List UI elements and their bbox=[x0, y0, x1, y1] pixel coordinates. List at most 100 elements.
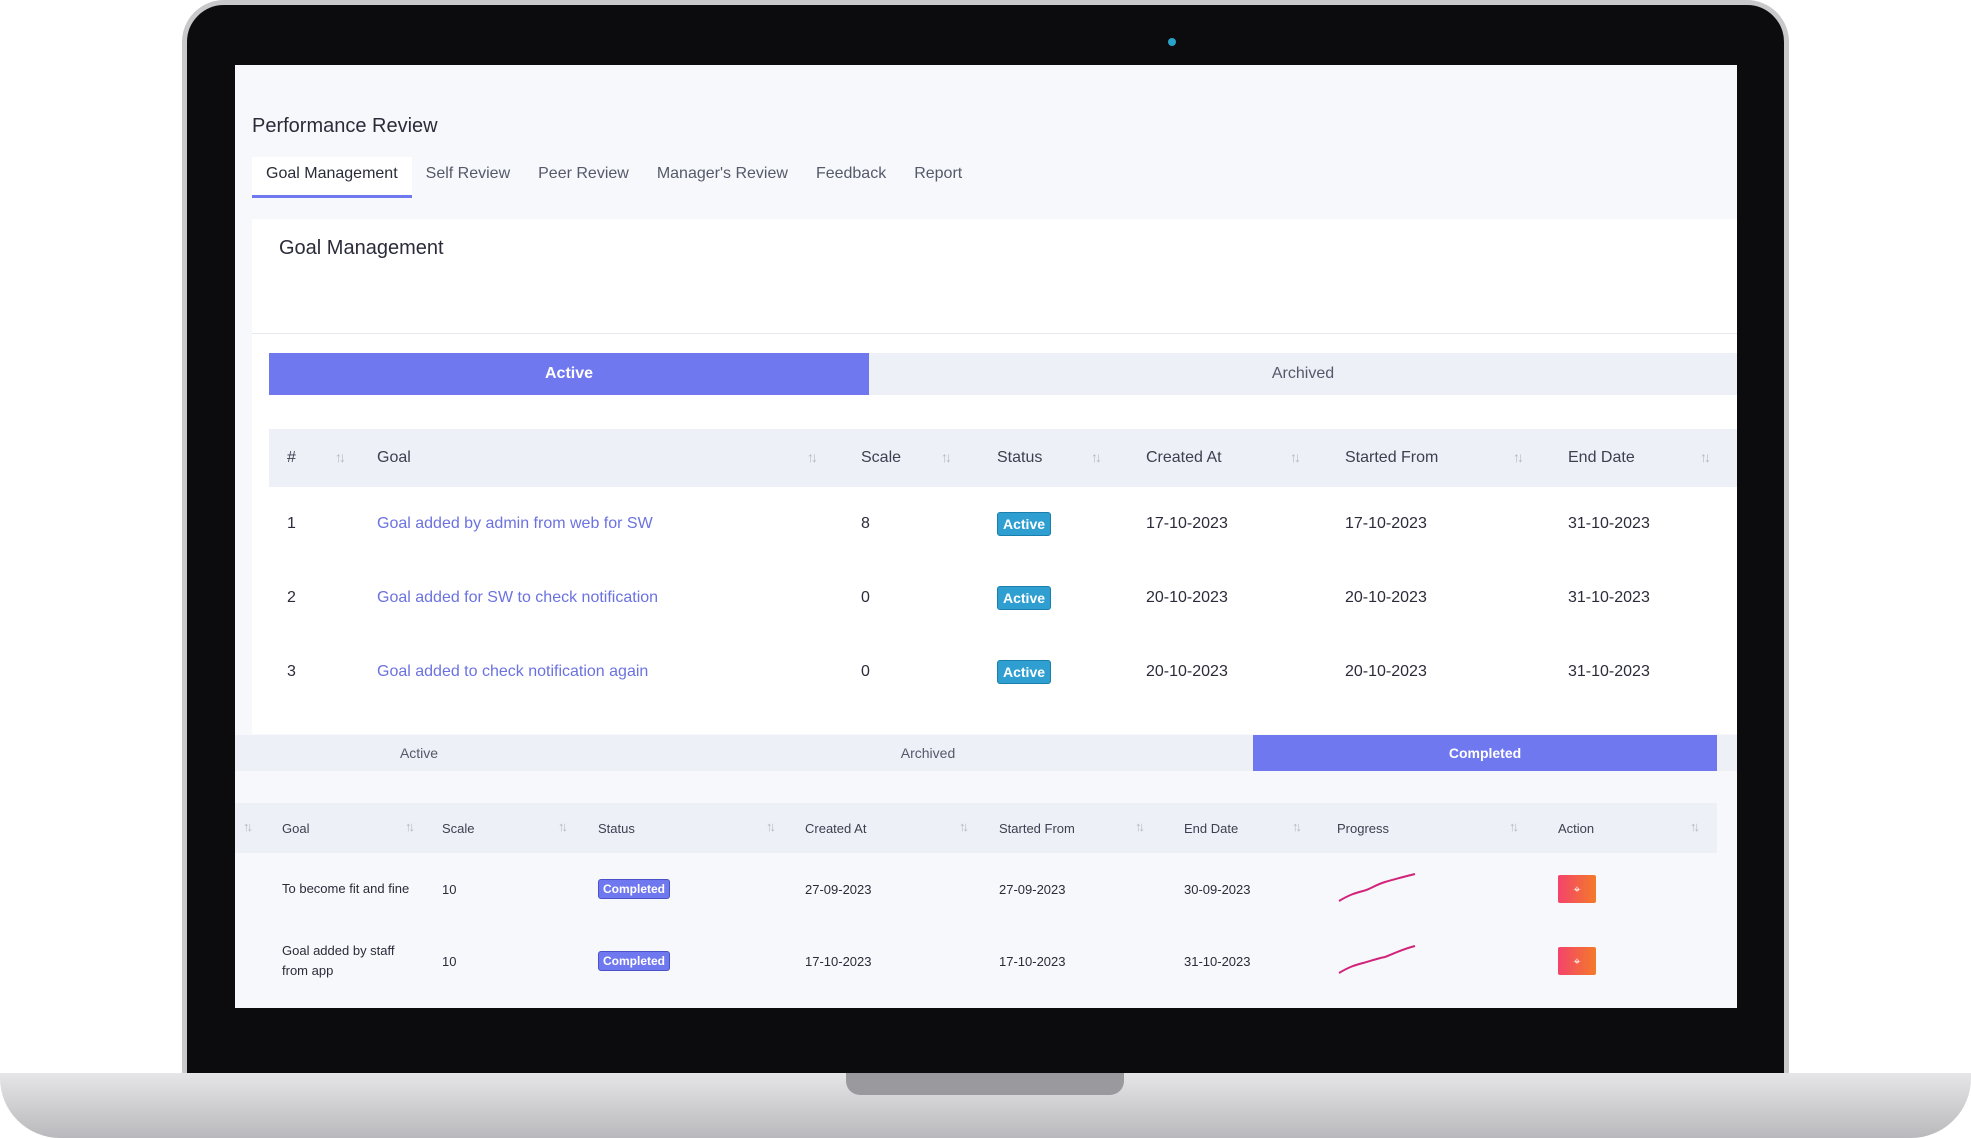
column-status[interactable]: Status ↑↓ bbox=[586, 803, 793, 853]
column-created-at[interactable]: Created At ↑↓ bbox=[793, 803, 987, 853]
row-number: 2 bbox=[287, 589, 296, 606]
column-number[interactable]: # ↑↓ bbox=[269, 429, 359, 487]
sort-arrows-icon[interactable]: ↑↓ bbox=[1690, 819, 1700, 834]
tab-self-review[interactable]: Self Review bbox=[412, 157, 524, 198]
row-end-date: 31-10-2023 bbox=[1184, 953, 1251, 969]
sort-arrows-icon[interactable]: ↑↓ bbox=[1135, 819, 1145, 834]
column-started-from[interactable]: Started From ↑↓ bbox=[1327, 429, 1550, 487]
column-action[interactable]: Action ↑↓ bbox=[1546, 803, 1717, 853]
row-scale: 0 bbox=[861, 663, 870, 680]
row-number: 3 bbox=[287, 663, 296, 680]
goal-link[interactable]: Goal added for SW to check notification bbox=[377, 589, 658, 606]
goal-link[interactable]: Goal added by admin from web for SW bbox=[377, 515, 653, 532]
sort-arrows-icon[interactable]: ↑↓ bbox=[941, 449, 952, 465]
column-created-at[interactable]: Created At ↑↓ bbox=[1128, 429, 1327, 487]
sort-arrows-icon[interactable]: ↑↓ bbox=[766, 819, 776, 834]
sort-arrows-icon[interactable]: ↑↓ bbox=[243, 819, 253, 834]
row-goal: Goal added by staff from app bbox=[282, 943, 395, 978]
tab-peer-review[interactable]: Peer Review bbox=[524, 157, 643, 198]
column-scale[interactable]: Scale ↑↓ bbox=[843, 429, 979, 487]
trend-line-icon bbox=[1338, 872, 1416, 902]
goal-link[interactable]: Goal added to check notification again bbox=[377, 663, 648, 680]
status-badge: Completed bbox=[598, 951, 671, 971]
sort-arrows-icon[interactable]: ↑↓ bbox=[558, 819, 568, 834]
column-end-date[interactable]: End Date ↑↓ bbox=[1550, 429, 1737, 487]
sort-arrows-icon[interactable]: ↑↓ bbox=[1513, 449, 1524, 465]
app-status-segment: Active Archived Completed bbox=[235, 735, 1737, 771]
status-badge: Completed bbox=[598, 879, 671, 899]
tab-goal-management[interactable]: Goal Management bbox=[252, 157, 412, 198]
table-row: 1 Goal added by admin from web for SW 8 … bbox=[269, 487, 1737, 561]
trend-line-icon bbox=[1338, 944, 1416, 974]
sort-arrows-icon[interactable]: ↑↓ bbox=[1509, 819, 1519, 834]
progress-sparkline bbox=[1325, 853, 1546, 925]
sort-arrows-icon[interactable]: ↑↓ bbox=[1091, 449, 1102, 465]
table-row: Goal added by staff from app 10 Complete… bbox=[235, 925, 1717, 997]
row-scale: 0 bbox=[861, 589, 870, 606]
target-icon: ⌖ bbox=[1573, 953, 1581, 968]
completed-goals-table: ↑↓ Goal ↑↓ Scale ↑↓ Status ↑↓ Created At ↑↓ … bbox=[235, 803, 1717, 997]
segment-completed[interactable]: Completed bbox=[1253, 735, 1717, 771]
table-row: 2 Goal added for SW to check notificatio… bbox=[269, 561, 1737, 635]
row-scale: 10 bbox=[442, 881, 457, 897]
column-end-date[interactable]: End Date ↑↓ bbox=[1172, 803, 1325, 853]
row-created-at: 17-10-2023 bbox=[1146, 515, 1228, 532]
tab-managers-review[interactable]: Manager's Review bbox=[643, 157, 802, 198]
table-row: To become fit and fine 10 Completed 27-0… bbox=[235, 853, 1717, 925]
column-progress[interactable]: Progress ↑↓ bbox=[1325, 803, 1546, 853]
row-end-date: 31-10-2023 bbox=[1568, 663, 1650, 680]
row-scale: 10 bbox=[442, 953, 457, 969]
status-badge: Active bbox=[997, 660, 1052, 684]
row-started-from: 20-10-2023 bbox=[1345, 663, 1427, 680]
goals-table: # ↑↓ Goal ↑↓ Scale ↑↓ Status ↑↓ Created At ↑↓… bbox=[269, 429, 1737, 709]
action-button[interactable]: ⌖ bbox=[1558, 947, 1596, 975]
sort-arrows-icon[interactable]: ↑↓ bbox=[1700, 449, 1711, 465]
column-scale[interactable]: Scale ↑↓ bbox=[430, 803, 586, 853]
row-end-date: 30-09-2023 bbox=[1184, 881, 1251, 897]
goal-management-card: Goal Management Active Archived # ↑↓ Goal… bbox=[252, 219, 1737, 734]
row-started-from: 17-10-2023 bbox=[1345, 515, 1427, 532]
action-button[interactable]: ⌖ bbox=[1558, 875, 1596, 903]
row-scale: 8 bbox=[861, 515, 870, 532]
sort-arrows-icon[interactable]: ↑↓ bbox=[405, 819, 415, 834]
column-goal[interactable]: Goal ↑↓ bbox=[270, 803, 430, 853]
row-end-date: 31-10-2023 bbox=[1568, 515, 1650, 532]
laptop-frame: Performance Review Goal Management Self … bbox=[0, 0, 1971, 1138]
tab-feedback[interactable]: Feedback bbox=[802, 157, 900, 198]
sort-arrows-icon[interactable]: ↑↓ bbox=[807, 449, 818, 465]
main-tabs: Goal Management Self Review Peer Review … bbox=[252, 157, 976, 198]
laptop-notch bbox=[846, 1073, 1124, 1095]
row-started-from: 27-09-2023 bbox=[999, 881, 1066, 897]
progress-sparkline bbox=[1325, 925, 1546, 997]
column-sort[interactable]: ↑↓ bbox=[235, 803, 270, 853]
tab-report[interactable]: Report bbox=[900, 157, 976, 198]
sort-arrows-icon[interactable]: ↑↓ bbox=[1290, 449, 1301, 465]
row-started-from: 17-10-2023 bbox=[999, 953, 1066, 969]
row-created-at: 20-10-2023 bbox=[1146, 589, 1228, 606]
segment-active[interactable]: Active bbox=[269, 353, 869, 395]
table-row: 3 Goal added to check notification again… bbox=[269, 635, 1737, 709]
target-icon: ⌖ bbox=[1573, 881, 1581, 896]
row-created-at: 20-10-2023 bbox=[1146, 663, 1228, 680]
segment-active[interactable]: Active bbox=[235, 735, 603, 771]
row-end-date: 31-10-2023 bbox=[1568, 589, 1650, 606]
status-badge: Active bbox=[997, 512, 1052, 536]
row-created-at: 17-10-2023 bbox=[805, 953, 872, 969]
segment-archived[interactable]: Archived bbox=[603, 735, 1253, 771]
segment-archived[interactable]: Archived bbox=[869, 353, 1737, 395]
table-header: # ↑↓ Goal ↑↓ Scale ↑↓ Status ↑↓ Created At ↑↓… bbox=[269, 429, 1737, 487]
sort-arrows-icon[interactable]: ↑↓ bbox=[335, 449, 346, 465]
camera-icon bbox=[1168, 38, 1176, 46]
card-title: Goal Management bbox=[279, 237, 444, 259]
sort-arrows-icon[interactable]: ↑↓ bbox=[959, 819, 969, 834]
column-status[interactable]: Status ↑↓ bbox=[979, 429, 1128, 487]
page-title: Performance Review bbox=[252, 115, 438, 137]
table-header: ↑↓ Goal ↑↓ Scale ↑↓ Status ↑↓ Created At ↑↓ … bbox=[235, 803, 1717, 853]
column-goal[interactable]: Goal ↑↓ bbox=[359, 429, 843, 487]
row-created-at: 27-09-2023 bbox=[805, 881, 872, 897]
app-screen: Performance Review Goal Management Self … bbox=[235, 65, 1737, 1008]
sort-arrows-icon[interactable]: ↑↓ bbox=[1292, 819, 1302, 834]
status-segment: Active Archived bbox=[269, 353, 1737, 395]
column-started-from[interactable]: Started From ↑↓ bbox=[987, 803, 1172, 853]
status-badge: Active bbox=[997, 586, 1052, 610]
